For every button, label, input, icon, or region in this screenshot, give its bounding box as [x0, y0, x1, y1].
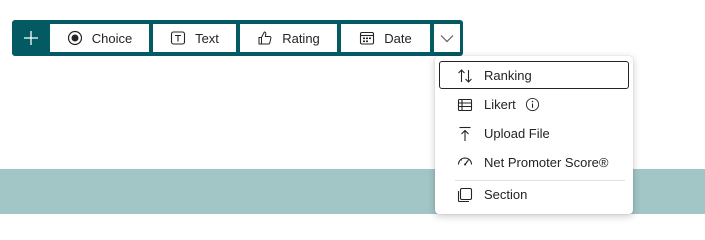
menu-item-ranking[interactable]: Ranking: [439, 61, 629, 89]
date-label: Date: [384, 30, 412, 46]
thumbs-up-icon: [257, 30, 273, 46]
plus-icon: [24, 31, 38, 45]
more-question-types-button[interactable]: [434, 24, 460, 52]
gauge-icon: [457, 157, 473, 166]
rating-label: Rating: [282, 30, 320, 46]
text-label: Text: [195, 30, 219, 46]
radio-button-icon: [67, 30, 83, 46]
upload-icon: [459, 126, 471, 141]
question-type-menu: Ranking Likert Upload File Net Promoter …: [435, 56, 633, 214]
menu-item-upload-file[interactable]: Upload File: [439, 119, 629, 147]
rating-button[interactable]: Rating: [240, 24, 337, 52]
text-button[interactable]: Text: [153, 24, 236, 52]
choice-label: Choice: [91, 30, 133, 46]
net-promoter-score-label: Net Promoter Score®: [484, 155, 609, 170]
section-icon: [457, 187, 473, 203]
menu-item-net-promoter-score[interactable]: Net Promoter Score®: [439, 148, 629, 176]
menu-item-section[interactable]: Section: [439, 180, 629, 208]
chevron-down-icon: [440, 35, 454, 43]
upload-file-label: Upload File: [484, 126, 550, 141]
date-button[interactable]: Date: [341, 24, 430, 52]
choice-button[interactable]: Choice: [50, 24, 149, 52]
text-box-icon: [170, 30, 186, 46]
sort-arrows-icon: [458, 68, 472, 83]
info-icon[interactable]: [525, 97, 540, 112]
calendar-icon: [359, 30, 375, 46]
question-type-toolbar: Choice Text Rating Date: [12, 20, 463, 56]
ranking-label: Ranking: [484, 67, 532, 83]
likert-label: Likert: [484, 97, 516, 112]
menu-item-likert[interactable]: Likert: [439, 90, 629, 118]
section-label: Section: [484, 187, 528, 202]
table-icon: [457, 98, 473, 112]
add-question-button[interactable]: [12, 20, 50, 56]
